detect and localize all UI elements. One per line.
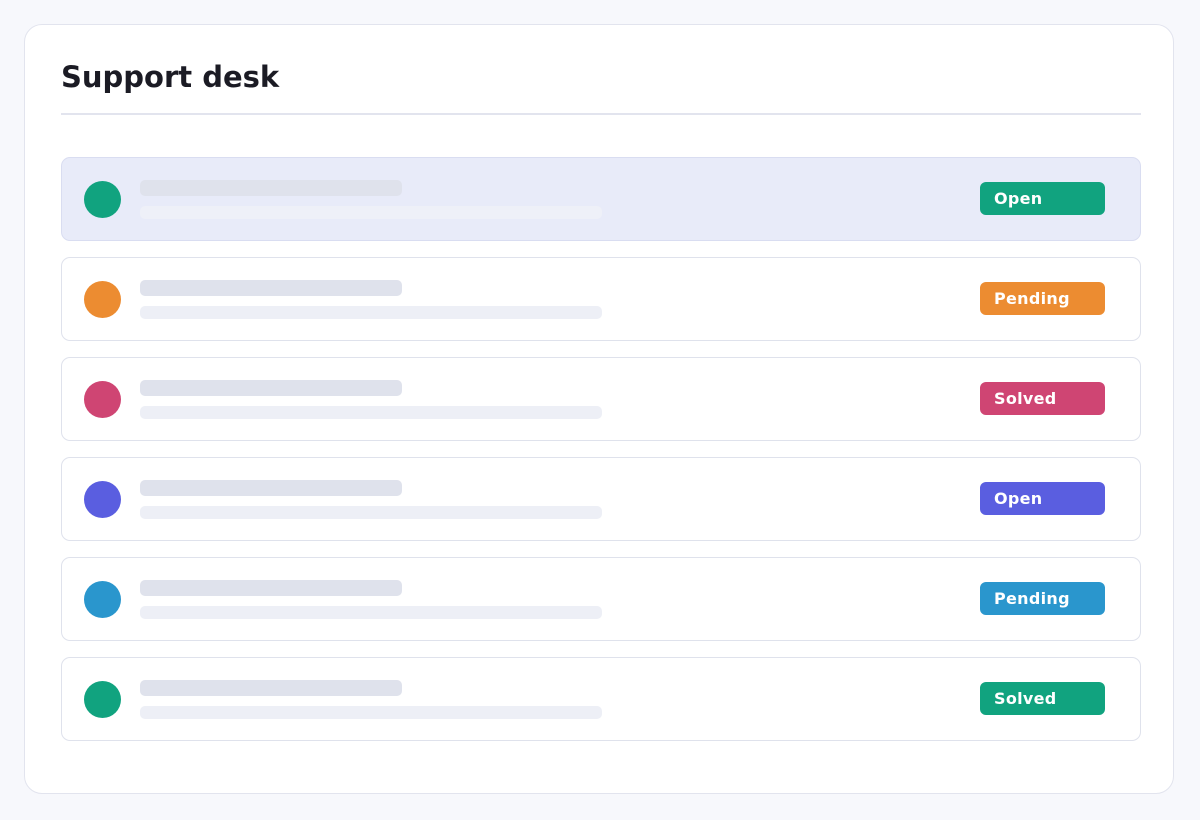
status-badge: Open <box>980 182 1105 215</box>
ticket-title-placeholder <box>140 680 402 696</box>
ticket-summary-placeholder <box>140 606 602 619</box>
ticket-row[interactable]: Solved <box>61 657 1141 741</box>
avatar <box>84 181 121 218</box>
ticket-list: Open Pending Solved Open Pending Solved <box>61 157 1141 757</box>
ticket-title-placeholder <box>140 580 402 596</box>
status-badge: Pending <box>980 282 1105 315</box>
ticket-title-placeholder <box>140 180 402 196</box>
status-badge: Open <box>980 482 1105 515</box>
ticket-row[interactable]: Open <box>61 157 1141 241</box>
ticket-title-placeholder <box>140 380 402 396</box>
avatar <box>84 481 121 518</box>
ticket-summary-placeholder <box>140 506 602 519</box>
ticket-title-placeholder <box>140 280 402 296</box>
support-desk-card: Support desk Open Pending Solved Open Pe… <box>24 24 1174 794</box>
ticket-row[interactable]: Open <box>61 457 1141 541</box>
ticket-title-placeholder <box>140 480 402 496</box>
avatar <box>84 581 121 618</box>
ticket-summary-placeholder <box>140 206 602 219</box>
ticket-summary-placeholder <box>140 306 602 319</box>
avatar <box>84 381 121 418</box>
status-badge: Pending <box>980 582 1105 615</box>
ticket-row[interactable]: Solved <box>61 357 1141 441</box>
avatar <box>84 681 121 718</box>
page-title: Support desk <box>61 60 280 94</box>
status-badge: Solved <box>980 682 1105 715</box>
title-divider <box>61 113 1141 115</box>
ticket-summary-placeholder <box>140 406 602 419</box>
ticket-row[interactable]: Pending <box>61 257 1141 341</box>
ticket-summary-placeholder <box>140 706 602 719</box>
status-badge: Solved <box>980 382 1105 415</box>
ticket-row[interactable]: Pending <box>61 557 1141 641</box>
avatar <box>84 281 121 318</box>
